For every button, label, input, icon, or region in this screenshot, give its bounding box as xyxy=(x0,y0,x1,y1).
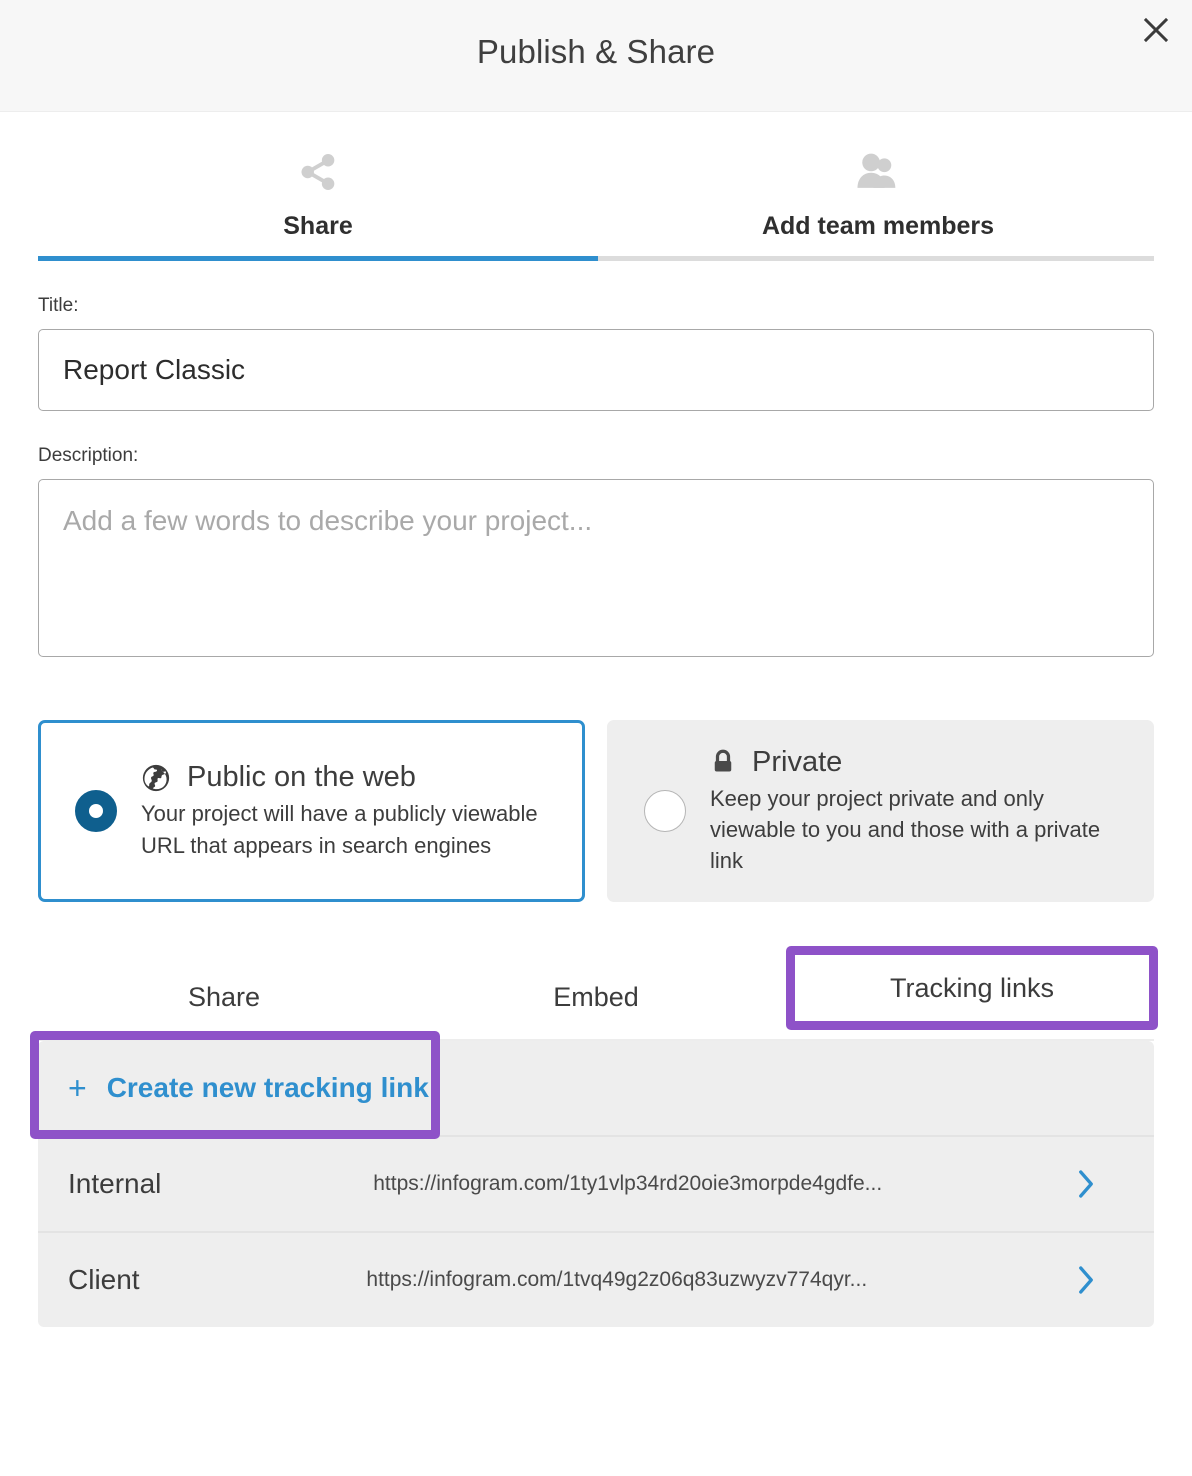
chevron-right-icon[interactable] xyxy=(1076,1169,1096,1199)
close-button[interactable] xyxy=(1134,8,1178,52)
tab-share-links[interactable]: Share xyxy=(38,960,410,1039)
tracking-link-url: https://infogram.com/1ty1vlp34rd20oie3mo… xyxy=(373,1172,883,1195)
primary-tabs: Share Add team members xyxy=(0,112,1192,261)
lock-icon xyxy=(710,747,736,777)
tab-tracking-links[interactable]: Tracking links xyxy=(795,955,1149,1021)
chevron-right-icon[interactable] xyxy=(1076,1265,1096,1295)
visibility-public-description: Your project will have a publicly viewab… xyxy=(141,801,538,858)
close-icon xyxy=(1141,15,1171,45)
tracking-link-name: Client xyxy=(68,1264,140,1295)
create-tracking-link-row[interactable]: + Create new tracking link xyxy=(30,1031,1154,1139)
people-icon xyxy=(598,148,1158,194)
visibility-private-description: Keep your project private and only viewa… xyxy=(710,785,1101,874)
visibility-option-public[interactable]: Public on the web Your project will have… xyxy=(38,720,585,902)
tracking-link-name: Internal xyxy=(68,1168,162,1199)
tab-add-team-members[interactable]: Add team members xyxy=(598,148,1158,261)
table-row[interactable]: Client https://infogram.com/1tvq49g2z06q… xyxy=(38,1231,1154,1327)
description-field-label: Description: xyxy=(38,445,139,466)
visibility-option-private[interactable]: Private Keep your project private and on… xyxy=(607,720,1154,902)
tab-share-label: Share xyxy=(283,212,353,240)
description-textarea[interactable] xyxy=(38,479,1154,657)
publish-share-dialog: Publish & Share Share Add team members T… xyxy=(0,0,1192,1476)
active-tab-indicator xyxy=(38,256,598,261)
form-area: Title: Description: xyxy=(0,295,1192,902)
tab-add-team-members-label: Add team members xyxy=(761,212,995,240)
tab-embed[interactable]: Embed xyxy=(410,960,782,1039)
radio-private[interactable] xyxy=(644,790,686,832)
radio-public[interactable] xyxy=(75,790,117,832)
globe-icon xyxy=(141,763,171,793)
visibility-options: Public on the web Your project will have… xyxy=(38,720,1154,902)
share-nodes-icon xyxy=(38,148,598,194)
tracking-links-list: + Create new tracking link Internal http… xyxy=(30,1031,1154,1327)
dialog-header: Publish & Share xyxy=(0,0,1192,112)
plus-icon: + xyxy=(68,1069,87,1106)
title-field-label: Title: xyxy=(38,295,79,316)
visibility-public-name: Public on the web xyxy=(187,761,416,794)
table-row[interactable]: Internal https://infogram.com/1ty1vlp34r… xyxy=(38,1135,1154,1231)
tracking-link-url: https://infogram.com/1tvq49g2z06q83uzwyz… xyxy=(366,1268,868,1291)
dialog-title: Publish & Share xyxy=(476,33,716,70)
primary-tabs-underline xyxy=(38,256,1154,261)
visibility-private-name: Private xyxy=(752,745,843,778)
secondary-tabs: Share Embed Tracking links xyxy=(38,946,1158,1041)
title-input[interactable] xyxy=(38,329,1154,411)
create-tracking-link-label: Create new tracking link xyxy=(106,1072,429,1103)
tab-share[interactable]: Share xyxy=(38,148,598,261)
